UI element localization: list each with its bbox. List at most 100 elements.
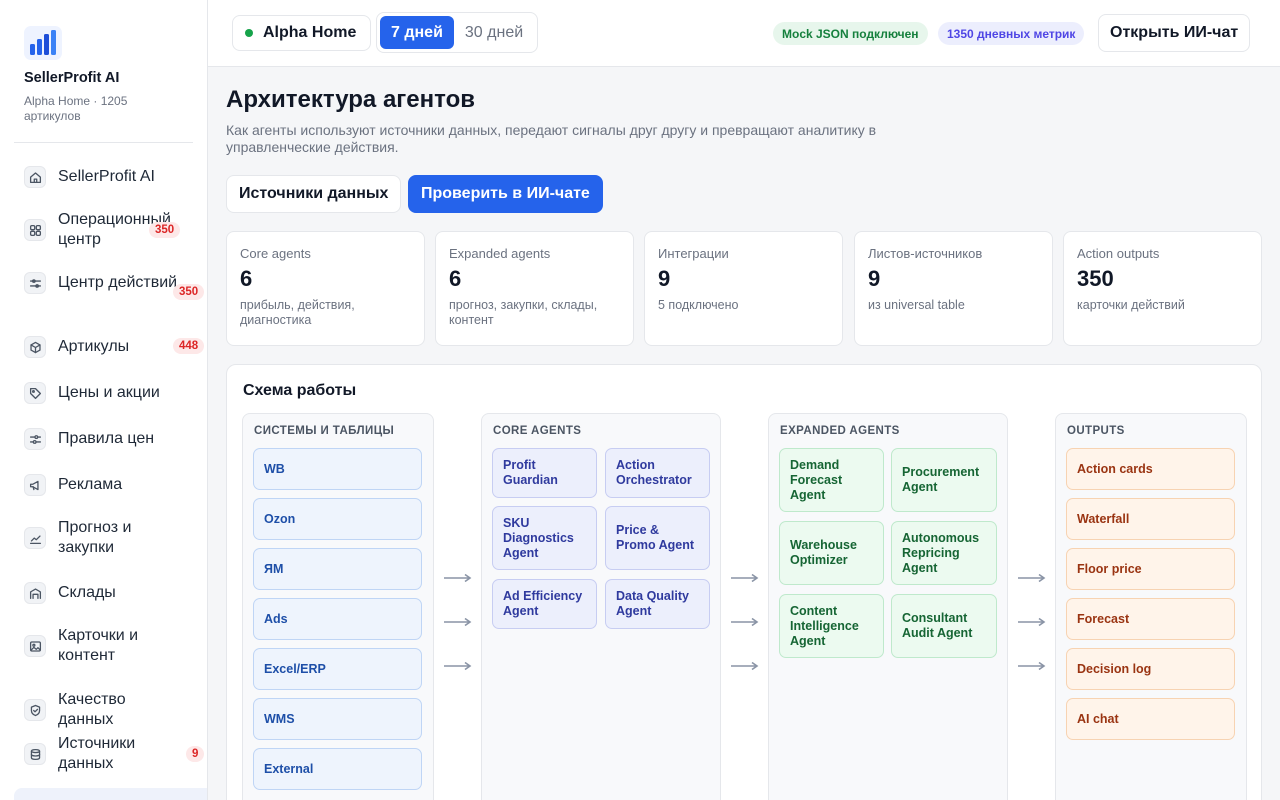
count-badge: 350 xyxy=(149,222,181,238)
sidebar-item-operations[interactable]: Операционный центр xyxy=(24,210,207,250)
expanded-agent-node[interactable]: Warehouse Optimizer xyxy=(779,521,884,585)
stat-card-integrations: Интеграции 9 5 подключено xyxy=(644,231,843,346)
arrow-right-icon xyxy=(731,573,759,583)
sidebar-item-label: Артикулы xyxy=(58,338,130,355)
image-icon xyxy=(24,635,46,657)
source-node[interactable]: WMS xyxy=(253,698,422,740)
logo-icon xyxy=(24,26,62,60)
output-node[interactable]: Action cards xyxy=(1066,448,1235,490)
sidebar-item-prices[interactable]: Цены и акции xyxy=(24,382,207,404)
column-title: EXPANDED AGENTS xyxy=(780,425,900,437)
range-30-days-button[interactable]: 30 дней xyxy=(454,16,534,49)
expanded-agent-node[interactable]: Consultant Audit Agent xyxy=(891,594,997,658)
arrow-right-icon xyxy=(1018,573,1046,583)
store-selector[interactable]: Alpha Home xyxy=(232,15,372,51)
stat-label: Core agents xyxy=(240,246,311,261)
check-in-ai-chat-button[interactable]: Проверить в ИИ-чате xyxy=(408,175,603,213)
output-node[interactable]: Forecast xyxy=(1066,598,1235,640)
output-node[interactable]: Decision log xyxy=(1066,648,1235,690)
expanded-agent-node[interactable]: Autonomous Repricing Agent xyxy=(891,521,997,585)
home-icon xyxy=(24,166,46,188)
source-node[interactable]: Excel/ERP xyxy=(253,648,422,690)
core-agent-node[interactable]: Profit Guardian xyxy=(492,448,597,498)
open-ai-chat-button[interactable]: Открыть ИИ-чат xyxy=(1098,14,1251,52)
arrow-right-icon xyxy=(444,617,472,627)
expanded-agent-node[interactable]: Content Intelligence Agent xyxy=(779,594,884,658)
expanded-agent-node[interactable]: Demand Forecast Agent xyxy=(779,448,884,512)
store-name: Alpha Home xyxy=(263,24,357,41)
output-node[interactable]: AI chat xyxy=(1066,698,1235,740)
sidebar-item-content[interactable]: Карточки и контент xyxy=(24,626,207,666)
stat-card-action-outputs: Action outputs 350 карточки действий xyxy=(1063,231,1262,346)
warehouse-icon xyxy=(24,582,46,604)
mock-json-status-chip: Mock JSON подключен xyxy=(773,22,928,45)
arrow-right-icon xyxy=(444,661,472,671)
source-node[interactable]: Ads xyxy=(253,598,422,640)
stat-subtext: прогноз, закупки, склады, контент xyxy=(449,298,598,327)
sidebar-item-label: Цены и акции xyxy=(58,384,160,401)
switches-icon xyxy=(24,428,46,450)
sidebar: SellerProfit AI Alpha Home · 1205 артику… xyxy=(0,0,208,800)
sidebar-divider xyxy=(14,142,193,143)
column-title: OUTPUTS xyxy=(1067,425,1125,437)
stat-card-expanded-agents: Expanded agents 6 прогноз, закупки, скла… xyxy=(435,231,634,346)
sidebar-item-label: Реклама xyxy=(58,476,123,493)
sidebar-item-label: Центр действий xyxy=(58,274,178,291)
stat-subtext: 5 подключено xyxy=(658,298,739,312)
top-bar: Alpha Home 7 дней 30 дней Mock JSON подк… xyxy=(208,0,1280,67)
data-sources-button[interactable]: Источники данных xyxy=(226,175,402,213)
stat-card-core-agents: Core agents 6 прибыль, действия, диагнос… xyxy=(226,231,425,346)
source-node[interactable]: External xyxy=(253,748,422,790)
sidebar-item-warehouses[interactable]: Склады xyxy=(24,582,207,604)
grid-icon xyxy=(24,219,46,241)
count-badge: 9 xyxy=(186,746,205,762)
sidebar-item-label: Качество данных xyxy=(58,691,126,728)
sidebar-item-label: SellerProfit AI xyxy=(58,168,155,185)
stat-subtext: карточки действий xyxy=(1077,298,1185,312)
core-agent-node[interactable]: Action Orchestrator xyxy=(605,448,710,498)
stat-card-source-sheets: Листов-источников 9 из universal table xyxy=(854,231,1053,346)
sidebar-item-data-sources[interactable]: Источники данных xyxy=(24,734,207,774)
core-agent-node[interactable]: Data Quality Agent xyxy=(605,579,710,629)
stat-label: Expanded agents xyxy=(449,246,551,261)
workflow-schema-panel: Схема работы СИСТЕМЫ И ТАБЛИЦЫ WB Ozon Я… xyxy=(226,364,1262,800)
core-agents-column: CORE AGENTS Profit Guardian Action Orche… xyxy=(481,413,721,800)
count-badge: 448 xyxy=(173,338,205,354)
core-agent-node[interactable]: Ad Efficiency Agent xyxy=(492,579,597,629)
column-title: СИСТЕМЫ И ТАБЛИЦЫ xyxy=(254,425,395,437)
stat-label: Интеграции xyxy=(658,246,729,261)
range-7-days-button[interactable]: 7 дней xyxy=(380,16,454,49)
source-node[interactable]: ЯМ xyxy=(253,548,422,590)
source-node[interactable]: WB xyxy=(253,448,422,490)
stat-label: Листов-источников xyxy=(868,246,983,261)
stat-value: 6 xyxy=(240,266,253,291)
arrow-right-icon xyxy=(731,617,759,627)
sidebar-item-forecast[interactable]: Прогноз и закупки xyxy=(24,518,207,558)
sidebar-item-ads[interactable]: Реклама xyxy=(24,474,207,496)
sidebar-item-active[interactable] xyxy=(14,788,207,800)
sidebar-item-home[interactable]: SellerProfit AI xyxy=(24,166,207,188)
database-icon xyxy=(24,743,46,765)
core-agent-node[interactable]: Price & Promo Agent xyxy=(605,506,710,570)
box-icon xyxy=(24,336,46,358)
stat-value: 350 xyxy=(1077,266,1114,291)
sidebar-item-data-quality[interactable]: Качество данных xyxy=(24,690,207,730)
output-node[interactable]: Floor price xyxy=(1066,548,1235,590)
arrow-right-icon xyxy=(1018,661,1046,671)
output-node[interactable]: Waterfall xyxy=(1066,498,1235,540)
stat-subtext: из universal table xyxy=(868,298,965,312)
core-agent-node[interactable]: SKU Diagnostics Agent xyxy=(492,506,597,570)
sidebar-item-label: Склады xyxy=(58,584,116,601)
brand-name: SellerProfit AI xyxy=(24,70,120,86)
source-node[interactable]: Ozon xyxy=(253,498,422,540)
count-badge: 350 xyxy=(173,284,205,300)
expanded-agent-node[interactable]: Procurement Agent xyxy=(891,448,997,512)
sidebar-item-price-rules[interactable]: Правила цен xyxy=(24,428,207,450)
stat-value: 9 xyxy=(658,266,671,291)
status-dot-icon xyxy=(245,29,253,37)
column-title: CORE AGENTS xyxy=(493,425,582,437)
arrow-right-icon xyxy=(731,661,759,671)
sidebar-item-label: Источники данных xyxy=(58,735,136,772)
outputs-column: OUTPUTS Action cards Waterfall Floor pri… xyxy=(1055,413,1247,800)
expanded-agents-column: EXPANDED AGENTS Demand Forecast Agent Pr… xyxy=(768,413,1008,800)
